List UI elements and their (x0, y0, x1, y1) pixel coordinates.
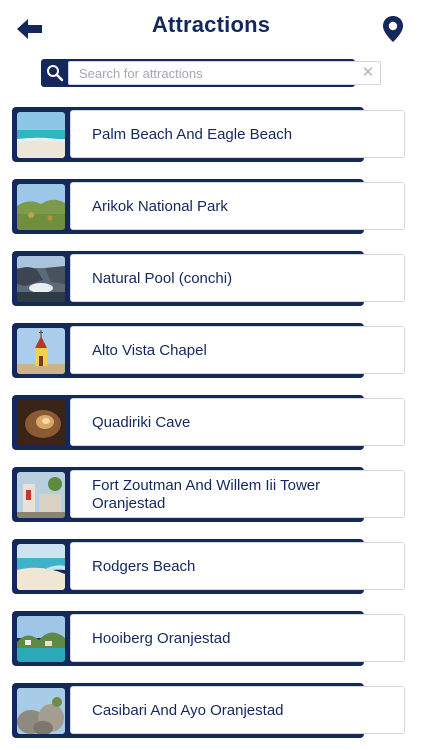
attraction-name: Alto Vista Chapel (92, 342, 207, 359)
attraction-thumbnail (17, 544, 65, 590)
attraction-item-casibari[interactable]: Casibari And Ayo Oranjestad (12, 683, 405, 738)
attraction-name: Hooiberg Oranjestad (92, 630, 231, 647)
page-title: Attractions (151, 12, 271, 37)
clear-search-button[interactable]: ✕ (360, 64, 376, 82)
close-icon: ✕ (361, 64, 375, 81)
attraction-name: Natural Pool (conchi) (92, 270, 233, 287)
attraction-thumbnail (17, 616, 65, 662)
attraction-item-arikok[interactable]: Arikok National Park (12, 179, 405, 234)
attraction-thumbnail (17, 472, 65, 518)
attraction-item-fort-zoutman[interactable]: Fort Zoutman And Willem Iii Tower Oranje… (12, 467, 405, 522)
attraction-name: Fort Zoutman And Willem Iii Tower Oranje… (92, 477, 321, 512)
attraction-name: Quadiriki Cave (92, 414, 191, 431)
attraction-thumbnail (17, 688, 65, 734)
attraction-item-quadiriki[interactable]: Quadiriki Cave (12, 395, 405, 450)
attraction-item-hooiberg[interactable]: Hooiberg Oranjestad (12, 611, 405, 666)
attraction-name: Rodgers Beach (92, 558, 196, 575)
search-input[interactable] (68, 61, 381, 85)
attraction-thumbnail (17, 112, 65, 158)
attraction-name: Palm Beach And Eagle Beach (92, 126, 293, 143)
attraction-name: Casibari And Ayo Oranjestad (92, 702, 284, 719)
attraction-thumbnail (17, 328, 65, 374)
attraction-item-alto-vista[interactable]: Alto Vista Chapel (12, 323, 405, 378)
search-bar: ✕ (41, 59, 381, 87)
magnifier-icon (47, 65, 64, 82)
attraction-name: Arikok National Park (92, 198, 228, 215)
location-button[interactable] (380, 14, 406, 44)
attraction-item-natural-pool[interactable]: Natural Pool (conchi) (12, 251, 405, 306)
app-header: Attractions (0, 0, 422, 56)
attraction-thumbnail (17, 400, 65, 446)
attraction-thumbnail (17, 184, 65, 230)
attraction-item-palm-beach[interactable]: Palm Beach And Eagle Beach (12, 107, 405, 162)
map-pin-icon (383, 16, 403, 42)
attraction-item-rodgers-beach[interactable]: Rodgers Beach (12, 539, 405, 594)
attraction-thumbnail (17, 256, 65, 302)
